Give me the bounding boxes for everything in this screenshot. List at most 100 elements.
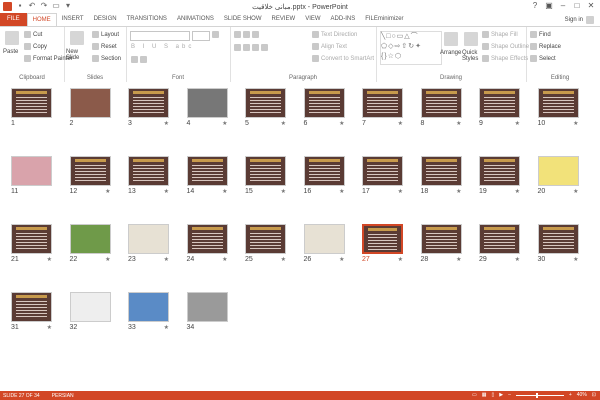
slide-preview[interactable] xyxy=(11,292,52,322)
slide-thumbnail[interactable]: 13 ★ xyxy=(128,156,169,195)
slide-thumbnail[interactable]: 19 ★ xyxy=(479,156,520,195)
zoom-level[interactable]: 40% xyxy=(577,392,587,398)
slide-thumbnail[interactable]: 8 ★ xyxy=(420,88,462,127)
slide-preview[interactable] xyxy=(186,156,228,186)
tab-add-ins[interactable]: ADD-INS xyxy=(326,13,361,26)
slide-thumbnail[interactable]: 11 xyxy=(11,156,52,195)
align-buttons[interactable] xyxy=(234,44,268,51)
zoom-out-button[interactable]: – xyxy=(508,392,511,398)
slide-preview[interactable] xyxy=(245,88,286,118)
font-color-button[interactable] xyxy=(131,56,147,63)
slide-preview[interactable] xyxy=(303,156,345,186)
transition-star-icon[interactable]: ★ xyxy=(281,188,286,195)
convert-smartart-button[interactable]: Convert to SmartArt xyxy=(312,55,374,62)
tab-slide-show[interactable]: SLIDE SHOW xyxy=(219,13,267,26)
slide-preview[interactable] xyxy=(420,88,462,118)
section-button[interactable]: Section xyxy=(92,55,121,62)
transition-star-icon[interactable]: ★ xyxy=(339,188,344,195)
slide-thumbnail[interactable]: 31 ★ xyxy=(11,292,52,331)
reading-view-icon[interactable]: ▯ xyxy=(491,392,494,398)
transition-star-icon[interactable]: ★ xyxy=(515,188,520,195)
help-icon[interactable]: ? xyxy=(528,0,542,11)
zoom-in-button[interactable]: + xyxy=(569,392,572,398)
paste-button[interactable]: Paste xyxy=(3,49,18,55)
slide-preview[interactable] xyxy=(128,292,169,322)
slide-preview[interactable] xyxy=(11,224,52,254)
slide-preview[interactable] xyxy=(537,88,579,118)
transition-star-icon[interactable]: ★ xyxy=(47,324,52,331)
slide-preview[interactable] xyxy=(362,224,403,254)
transition-star-icon[interactable]: ★ xyxy=(398,120,403,127)
transition-star-icon[interactable]: ★ xyxy=(515,256,520,263)
tab-transitions[interactable]: TRANSITIONS xyxy=(122,13,172,26)
transition-star-icon[interactable]: ★ xyxy=(222,120,227,127)
normal-view-icon[interactable]: ▭ xyxy=(472,392,477,398)
select-button[interactable]: Select xyxy=(530,55,556,62)
maximize-button[interactable]: □ xyxy=(570,0,584,11)
transition-star-icon[interactable]: ★ xyxy=(164,256,169,263)
slide-preview[interactable] xyxy=(479,156,520,186)
slide-preview[interactable] xyxy=(186,88,228,118)
slide-preview[interactable] xyxy=(362,156,403,186)
slide-thumbnail[interactable]: 29 ★ xyxy=(479,224,520,263)
shape-outline-button[interactable]: Shape Outline xyxy=(482,43,529,50)
slide-preview[interactable] xyxy=(537,224,579,254)
slide-thumbnail[interactable]: 9 ★ xyxy=(479,88,520,127)
transition-star-icon[interactable]: ★ xyxy=(456,256,461,263)
transition-star-icon[interactable]: ★ xyxy=(573,256,578,263)
arrange-button[interactable]: Arrange xyxy=(440,50,461,56)
slide-thumbnail[interactable]: 21 ★ xyxy=(11,224,52,263)
cut-button[interactable]: Cut xyxy=(24,31,42,38)
close-button[interactable]: ✕ xyxy=(584,0,598,11)
transition-star-icon[interactable]: ★ xyxy=(456,120,461,127)
slide-preview[interactable] xyxy=(186,224,228,254)
sorter-view-icon[interactable]: ▦ xyxy=(482,392,487,398)
transition-star-icon[interactable]: ★ xyxy=(281,120,286,127)
slide-thumbnail[interactable]: 2 xyxy=(69,88,111,127)
slide-thumbnail[interactable]: 3 ★ xyxy=(128,88,169,127)
tab-view[interactable]: VIEW xyxy=(300,13,325,26)
tab-fileminimizer[interactable]: FILEminimizer xyxy=(360,13,408,26)
slide-preview[interactable] xyxy=(303,88,345,118)
tab-review[interactable]: REVIEW xyxy=(267,13,301,26)
slide-thumbnail[interactable]: 24 ★ xyxy=(186,224,228,263)
transition-star-icon[interactable]: ★ xyxy=(573,120,578,127)
slide-thumbnail[interactable]: 17 ★ xyxy=(362,156,403,195)
transition-star-icon[interactable]: ★ xyxy=(398,188,403,195)
language-indicator[interactable]: PERSIAN xyxy=(52,393,74,399)
slide-thumbnail[interactable]: 14 ★ xyxy=(186,156,228,195)
slide-preview[interactable] xyxy=(245,224,286,254)
transition-star-icon[interactable]: ★ xyxy=(456,188,461,195)
transition-star-icon[interactable]: ★ xyxy=(164,188,169,195)
tab-animations[interactable]: ANIMATIONS xyxy=(172,13,219,26)
slide-thumbnail[interactable]: 28 ★ xyxy=(420,224,462,263)
transition-star-icon[interactable]: ★ xyxy=(222,188,227,195)
slide-thumbnail[interactable]: 23 ★ xyxy=(128,224,169,263)
transition-star-icon[interactable]: ★ xyxy=(164,120,169,127)
slide-thumbnail[interactable]: 20 ★ xyxy=(537,156,579,195)
transition-star-icon[interactable]: ★ xyxy=(398,256,403,263)
transition-star-icon[interactable]: ★ xyxy=(339,256,344,263)
shape-fill-button[interactable]: Shape Fill xyxy=(482,31,518,38)
slide-preview[interactable] xyxy=(69,156,111,186)
align-text-button[interactable]: Align Text xyxy=(312,43,347,50)
slide-thumbnail[interactable]: 22 ★ xyxy=(69,224,111,263)
slide-preview[interactable] xyxy=(69,292,111,322)
transition-star-icon[interactable]: ★ xyxy=(105,256,110,263)
reset-button[interactable]: Reset xyxy=(92,43,117,50)
sign-in-link[interactable]: Sign in xyxy=(565,17,583,23)
slide-thumbnail[interactable]: 15 ★ xyxy=(245,156,286,195)
slide-thumbnail[interactable]: 7 ★ xyxy=(362,88,403,127)
tab-home[interactable]: HOME xyxy=(26,13,57,26)
slide-preview[interactable] xyxy=(420,224,462,254)
slide-thumbnail[interactable]: 30 ★ xyxy=(537,224,579,263)
transition-star-icon[interactable]: ★ xyxy=(47,256,52,263)
slide-preview[interactable] xyxy=(186,292,228,322)
slideshow-view-icon[interactable]: ▶ xyxy=(499,392,503,398)
transition-star-icon[interactable]: ★ xyxy=(515,120,520,127)
slide-preview[interactable] xyxy=(11,156,52,186)
slide-preview[interactable] xyxy=(128,88,169,118)
tab-insert[interactable]: INSERT xyxy=(57,13,89,26)
slide-thumbnail[interactable]: 4 ★ xyxy=(186,88,228,127)
zoom-slider[interactable] xyxy=(515,392,564,398)
